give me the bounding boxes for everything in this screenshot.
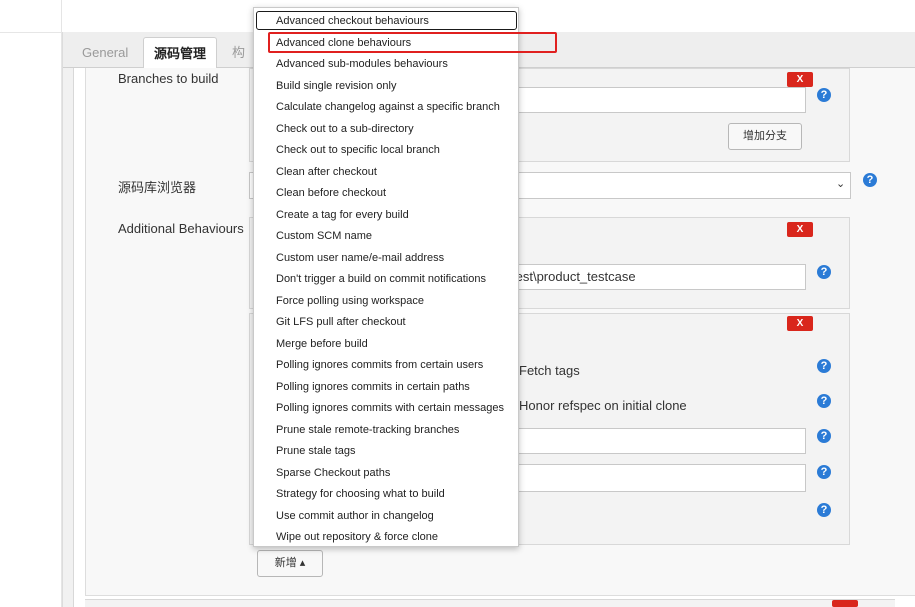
menu-item[interactable]: Check out to a sub-directory xyxy=(276,119,414,139)
branch-specifier-input[interactable] xyxy=(505,87,806,113)
honor-refspec-label: Honor refspec on initial clone xyxy=(519,398,687,413)
help-icon[interactable]: ? xyxy=(863,173,877,187)
menu-item[interactable]: Polling ignores commits with certain mes… xyxy=(276,398,504,418)
menu-item[interactable]: Wipe out repository & force clone xyxy=(276,527,438,547)
next-section-bar xyxy=(85,599,895,607)
menu-item[interactable]: Calculate changelog against a specific b… xyxy=(276,97,500,117)
left-sidebar-strip xyxy=(0,0,62,607)
menu-item[interactable]: Force polling using workspace xyxy=(276,291,424,311)
menu-item[interactable]: Custom user name/e-mail address xyxy=(276,248,444,268)
menu-item[interactable]: Polling ignores commits from certain use… xyxy=(276,355,483,375)
refspec-input[interactable] xyxy=(505,428,806,454)
menu-item[interactable]: Create a tag for every build xyxy=(276,205,409,225)
add-button-label: 新增 xyxy=(274,557,297,569)
repository-browser-label: 源码库浏览器 xyxy=(118,180,197,195)
menu-item[interactable]: Clean before checkout xyxy=(276,183,386,203)
menu-item[interactable]: Git LFS pull after checkout xyxy=(276,312,406,332)
behaviours-dropdown-menu: Advanced checkout behaviours Advanced cl… xyxy=(253,7,519,547)
highlight-annotation xyxy=(268,32,557,53)
tab-general[interactable]: General xyxy=(72,37,138,69)
menu-item[interactable]: Custom SCM name xyxy=(276,226,372,246)
menu-item[interactable]: Clean after checkout xyxy=(276,162,377,182)
tab-build-triggers[interactable]: 构 xyxy=(222,37,255,69)
tab-source-code-management[interactable]: 源码管理 xyxy=(143,37,218,69)
menu-item[interactable]: Don't trigger a build on commit notifica… xyxy=(276,269,486,289)
chevron-down-icon: ⌄ xyxy=(836,178,846,190)
menu-item[interactable]: Polling ignores commits in certain paths xyxy=(276,377,470,397)
delete-behaviour-button[interactable]: X xyxy=(787,222,813,237)
help-icon[interactable]: ? xyxy=(817,503,831,517)
caret-up-icon: ▴ xyxy=(299,557,306,569)
menu-item[interactable]: Merge before build xyxy=(276,334,368,354)
delete-branch-button[interactable]: X xyxy=(787,72,813,87)
menu-item[interactable]: Prune stale remote-tracking branches xyxy=(276,420,459,440)
help-icon[interactable]: ? xyxy=(817,265,831,279)
help-icon[interactable]: ? xyxy=(817,394,831,408)
local-subdirectory-input[interactable]: test\product_testcase xyxy=(505,264,806,290)
delete-section-button[interactable] xyxy=(832,600,858,607)
help-icon[interactable]: ? xyxy=(817,88,831,102)
menu-focus-outline xyxy=(256,11,517,30)
menu-item[interactable]: Use commit author in changelog xyxy=(276,506,434,526)
additional-behaviours-label: Additional Behaviours xyxy=(118,221,244,236)
branches-to-build-label: Branches to build xyxy=(118,71,219,86)
menu-item[interactable]: Advanced sub-modules behaviours xyxy=(276,54,448,74)
fetch-tags-label: Fetch tags xyxy=(519,363,580,378)
menu-item[interactable]: Strategy for choosing what to build xyxy=(276,484,445,504)
menu-item[interactable]: Build single revision only xyxy=(276,76,396,96)
help-icon[interactable]: ? xyxy=(817,359,831,373)
menu-item[interactable]: Sparse Checkout paths xyxy=(276,463,390,483)
help-icon[interactable]: ? xyxy=(817,465,831,479)
help-icon[interactable]: ? xyxy=(817,429,831,443)
clone-timeout-input[interactable] xyxy=(505,464,806,492)
delete-behaviour-button[interactable]: X xyxy=(787,316,813,331)
divider xyxy=(0,32,62,33)
add-branch-button[interactable]: 增加分支 xyxy=(728,123,802,150)
menu-item[interactable]: Check out to specific local branch xyxy=(276,140,440,160)
menu-item[interactable]: Prune stale tags xyxy=(276,441,356,461)
add-behaviour-button[interactable]: 新增 ▴ xyxy=(257,550,323,577)
